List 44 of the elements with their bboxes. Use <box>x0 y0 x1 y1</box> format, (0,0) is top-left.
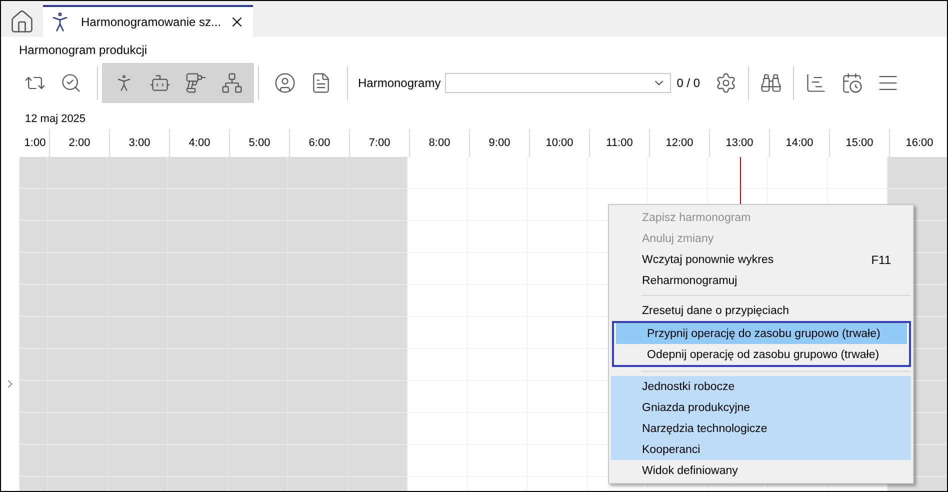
hour-label: 2:00 <box>68 137 90 149</box>
tab-title: Harmonogramowanie sz... <box>81 15 222 29</box>
menu-item[interactable]: Narzędzia technologicze <box>611 418 911 439</box>
hour-label: 16:00 <box>906 137 934 149</box>
date-label: 12 maj 2025 <box>24 112 87 127</box>
hour-label: 4:00 <box>188 137 210 149</box>
binoculars-icon <box>760 72 782 94</box>
combo-label: Harmonogramy <box>358 76 441 90</box>
menu-item[interactable]: Gniazda produkcyjne <box>611 397 911 418</box>
document-tab[interactable]: Harmonogramowanie sz... <box>43 5 254 37</box>
menu-item[interactable]: Reharmonogramuj <box>611 270 911 291</box>
hour-label: 1:00 <box>24 137 46 149</box>
menu-item[interactable]: Odepnij operację od zasobu grupowo (trwałe) <box>616 344 907 365</box>
shortcut-text: F11 <box>871 252 891 266</box>
settings-icon <box>715 72 738 94</box>
gantt-chart-icon <box>805 72 828 94</box>
node-icon <box>221 72 243 94</box>
hour-label: 10:00 <box>546 137 574 149</box>
robot-icon <box>149 72 171 94</box>
hour-label: 7:00 <box>368 137 390 149</box>
hour-label: 12:00 <box>666 137 694 149</box>
menu-item[interactable]: Przypnij operację do zasobu grupowo (trwałe) <box>616 323 907 344</box>
drill-icon <box>185 72 207 94</box>
hour-label: 9:00 <box>488 137 510 149</box>
hour-label: 14:00 <box>786 137 814 149</box>
hour-label: 15:00 <box>846 137 874 149</box>
home-icon <box>9 9 35 35</box>
menu-item[interactable]: Jednostki robocze <box>611 376 911 397</box>
page-title: Harmonogram produkcji <box>18 42 148 59</box>
person-icon <box>274 72 296 94</box>
calendar-clock-icon <box>841 72 864 94</box>
hour-label: 5:00 <box>248 137 270 149</box>
menu-item[interactable]: Wczytaj ponownie wykres F11 <box>611 249 911 270</box>
hour-label: 3:00 <box>128 137 150 149</box>
hour-label: 11:00 <box>606 137 633 149</box>
search-swap-icon <box>60 72 82 94</box>
counter-text: 0 / 0 <box>676 76 700 90</box>
menu-item[interactable]: Kooperanci <box>611 439 911 460</box>
hour-label: 8:00 <box>428 137 450 149</box>
menu-item[interactable]: Zresetuj dane o przypięciach <box>611 300 911 321</box>
document-icon <box>310 72 332 94</box>
hour-label: 6:00 <box>308 137 330 149</box>
menu-item[interactable]: Widok definiowany <box>611 460 911 481</box>
hour-label: 13:00 <box>726 137 754 149</box>
